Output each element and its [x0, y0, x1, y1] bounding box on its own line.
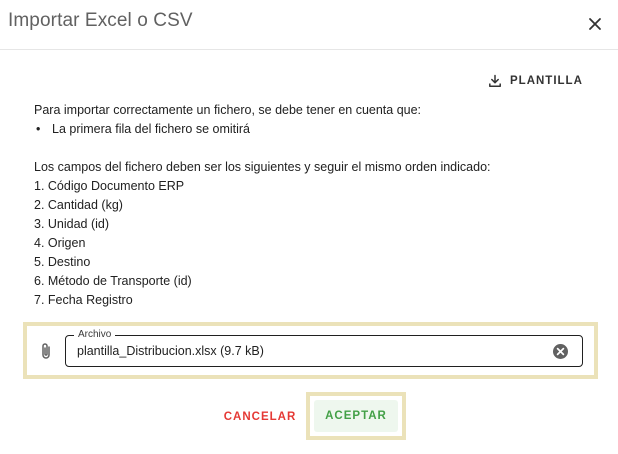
- file-input-value: plantilla_Distribucion.xlsx (9.7 kB): [77, 344, 264, 358]
- file-upload-area: Archivo plantilla_Distribucion.xlsx (9.7…: [23, 322, 598, 379]
- close-icon: [589, 18, 601, 30]
- dialog-actions: CANCELAR ACEPTAR: [0, 392, 618, 440]
- dialog-title: Importar Excel o CSV: [8, 10, 193, 31]
- accept-button[interactable]: ACEPTAR: [314, 400, 398, 432]
- paperclip-icon[interactable]: [37, 341, 55, 361]
- template-button-label: PLANTILLA: [510, 75, 583, 87]
- bullet-text: La primera fila del fichero se omitirá: [52, 122, 250, 136]
- fields-intro: Los campos del fichero deben ser los sig…: [34, 160, 491, 174]
- field-item: 4. Origen: [34, 236, 86, 250]
- instructions-intro: Para importar correctamente un fichero, …: [34, 103, 422, 117]
- download-icon: [489, 74, 501, 87]
- file-input-label: Archivo: [74, 328, 116, 342]
- field-item: 3. Unidad (id): [34, 217, 110, 231]
- clear-circle-icon[interactable]: [552, 343, 569, 360]
- field-item: 7. Fecha Registro: [34, 293, 133, 307]
- close-button[interactable]: [584, 13, 606, 35]
- accept-button-highlight: ACEPTAR: [306, 392, 406, 440]
- import-dialog: Importar Excel o CSV PLANTILLA Para impo…: [0, 0, 618, 454]
- field-item: 5. Destino: [34, 255, 91, 269]
- field-item: 2. Cantidad (kg): [34, 198, 123, 212]
- import-instructions: Para importar correctamente un fichero, …: [34, 101, 594, 310]
- template-download-button[interactable]: PLANTILLA: [488, 70, 583, 92]
- field-item: 1. Código Documento ERP: [34, 179, 185, 193]
- file-input[interactable]: Archivo plantilla_Distribucion.xlsx (9.7…: [65, 328, 583, 367]
- instructions-bullet: • La primera fila del fichero se omitirá: [34, 120, 594, 139]
- dialog-header: Importar Excel o CSV: [0, 0, 618, 50]
- cancel-button[interactable]: CANCELAR: [222, 404, 298, 430]
- field-item: 6. Método de Transporte (id): [34, 274, 192, 288]
- bullet-dot: •: [36, 122, 41, 136]
